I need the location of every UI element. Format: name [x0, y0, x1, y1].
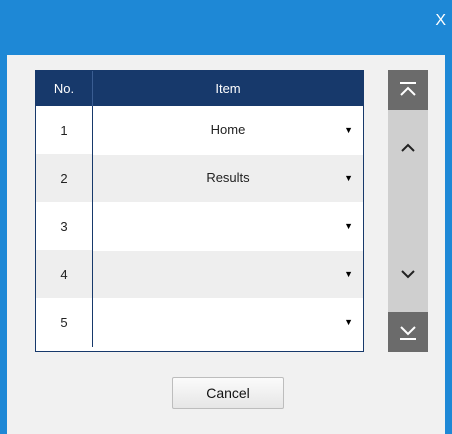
item-table: No. Item 1 Home ▼ 2 Results ▼ 3 ▼ 4 ▼ 5 …: [35, 70, 364, 352]
column-header-item: Item: [92, 71, 363, 106]
table-row: 3 ▼: [36, 202, 363, 251]
scroll-bottom-button[interactable]: [388, 312, 428, 352]
row-number: 5: [36, 298, 93, 346]
row-number: 3: [36, 202, 93, 250]
item-value: Results: [206, 170, 250, 185]
scroll-down-icon: [401, 270, 415, 279]
dropdown-arrow-icon[interactable]: ▼: [344, 107, 353, 153]
cancel-button[interactable]: Cancel: [172, 377, 284, 409]
table-row: 2 Results ▼: [36, 154, 363, 203]
scroll-down-button[interactable]: [388, 254, 428, 294]
row-number: 2: [36, 154, 93, 202]
dropdown-arrow-icon[interactable]: ▼: [344, 251, 353, 297]
item-select[interactable]: Results ▼: [92, 154, 363, 203]
title-bar: X: [0, 0, 452, 44]
scroll-up-button[interactable]: [388, 128, 428, 168]
dropdown-arrow-icon[interactable]: ▼: [344, 203, 353, 249]
item-select[interactable]: ▼: [92, 298, 363, 347]
item-select[interactable]: ▼: [92, 202, 363, 251]
scroll-top-icon: [400, 82, 416, 96]
item-select[interactable]: ▼: [92, 250, 363, 299]
scroll-bottom-icon: [400, 326, 416, 340]
dropdown-arrow-icon[interactable]: ▼: [344, 155, 353, 201]
table-row: 1 Home ▼: [36, 106, 363, 155]
column-header-no: No.: [36, 71, 93, 106]
row-number: 4: [36, 250, 93, 298]
table-header-row: No. Item: [36, 71, 363, 106]
scroll-top-button[interactable]: [388, 70, 428, 110]
scroll-up-icon: [401, 143, 415, 152]
item-select[interactable]: Home ▼: [92, 106, 363, 155]
dropdown-arrow-icon[interactable]: ▼: [344, 299, 353, 345]
table-row: 4 ▼: [36, 250, 363, 299]
row-number: 1: [36, 106, 93, 154]
close-button[interactable]: X: [435, 12, 446, 30]
item-value: Home: [210, 121, 246, 137]
table-row: 5 ▼: [36, 298, 363, 347]
row-scroller: [388, 70, 428, 352]
